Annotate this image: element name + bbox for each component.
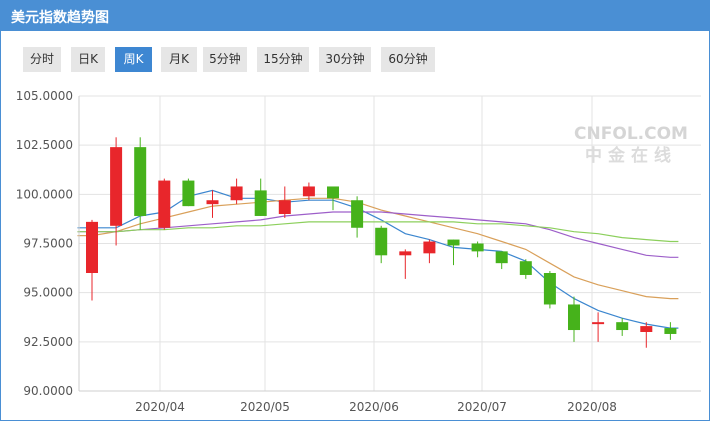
candle-body [278,200,291,214]
candle-body [471,243,484,252]
candle-body [664,328,677,334]
tab-intraday[interactable]: 分时 [23,47,61,72]
y-tick-label: 102.5000 [16,138,73,152]
candle-body [592,322,605,325]
x-tick-label: 2020/08 [567,400,617,414]
tab-30min[interactable]: 30分钟 [319,47,371,72]
candle-body [230,186,243,201]
candle-body [158,180,171,228]
tab-daily-k[interactable]: 日K [71,47,105,72]
candle-body [206,200,219,205]
candle-body [327,186,339,199]
tab-monthly-k[interactable]: 月K [161,47,197,72]
candlestick-chart: CNFOL.COM 中金在线 105.0000 102.5000 100.0000 9… [16,89,701,414]
x-tick-label: 2020/07 [457,400,507,414]
candle-body [351,200,364,228]
candle-body [86,221,98,273]
candles [86,137,677,348]
tab-5min[interactable]: 5分钟 [203,47,247,72]
candle-body [302,186,315,197]
title-bar: 美元指数趋势图 [1,1,709,31]
chart-widget: 美元指数趋势图 分时 日K 周K 月K 5分钟 15分钟 30分钟 60分钟 C… [0,0,710,421]
watermark-brand: CNFOL.COM [574,124,688,144]
candle-body [616,322,629,331]
x-tick-label: 2020/05 [240,400,290,414]
candle-body [110,147,123,226]
tab-weekly-k[interactable]: 周K [115,47,152,72]
candle-body [640,326,653,332]
x-tick-label: 2020/06 [349,400,399,414]
tab-60min[interactable]: 60分钟 [381,47,435,72]
y-tick-label: 92.5000 [23,335,73,349]
candle-body [447,239,460,246]
candle-body [423,241,436,254]
x-tick-label: 2020/04 [135,400,185,414]
y-tick-label: 97.5000 [23,237,73,251]
candle-body [568,304,580,331]
candle-body [182,180,195,207]
candle-body [134,147,147,216]
candle-body [495,251,508,264]
widget-title: 美元指数趋势图 [11,10,109,26]
watermark-cn: 中金在线 [585,145,677,166]
tab-15min[interactable]: 15分钟 [257,47,309,72]
candle-body [375,227,388,256]
y-tick-label: 90.0000 [23,384,73,398]
candle-body [519,261,532,275]
y-tick-label: 95.0000 [23,286,73,300]
y-tick-label: 100.0000 [16,187,73,201]
candle-body [543,273,556,305]
candle-body [399,251,412,256]
candle-body [254,190,267,216]
y-tick-label: 105.0000 [16,89,73,103]
